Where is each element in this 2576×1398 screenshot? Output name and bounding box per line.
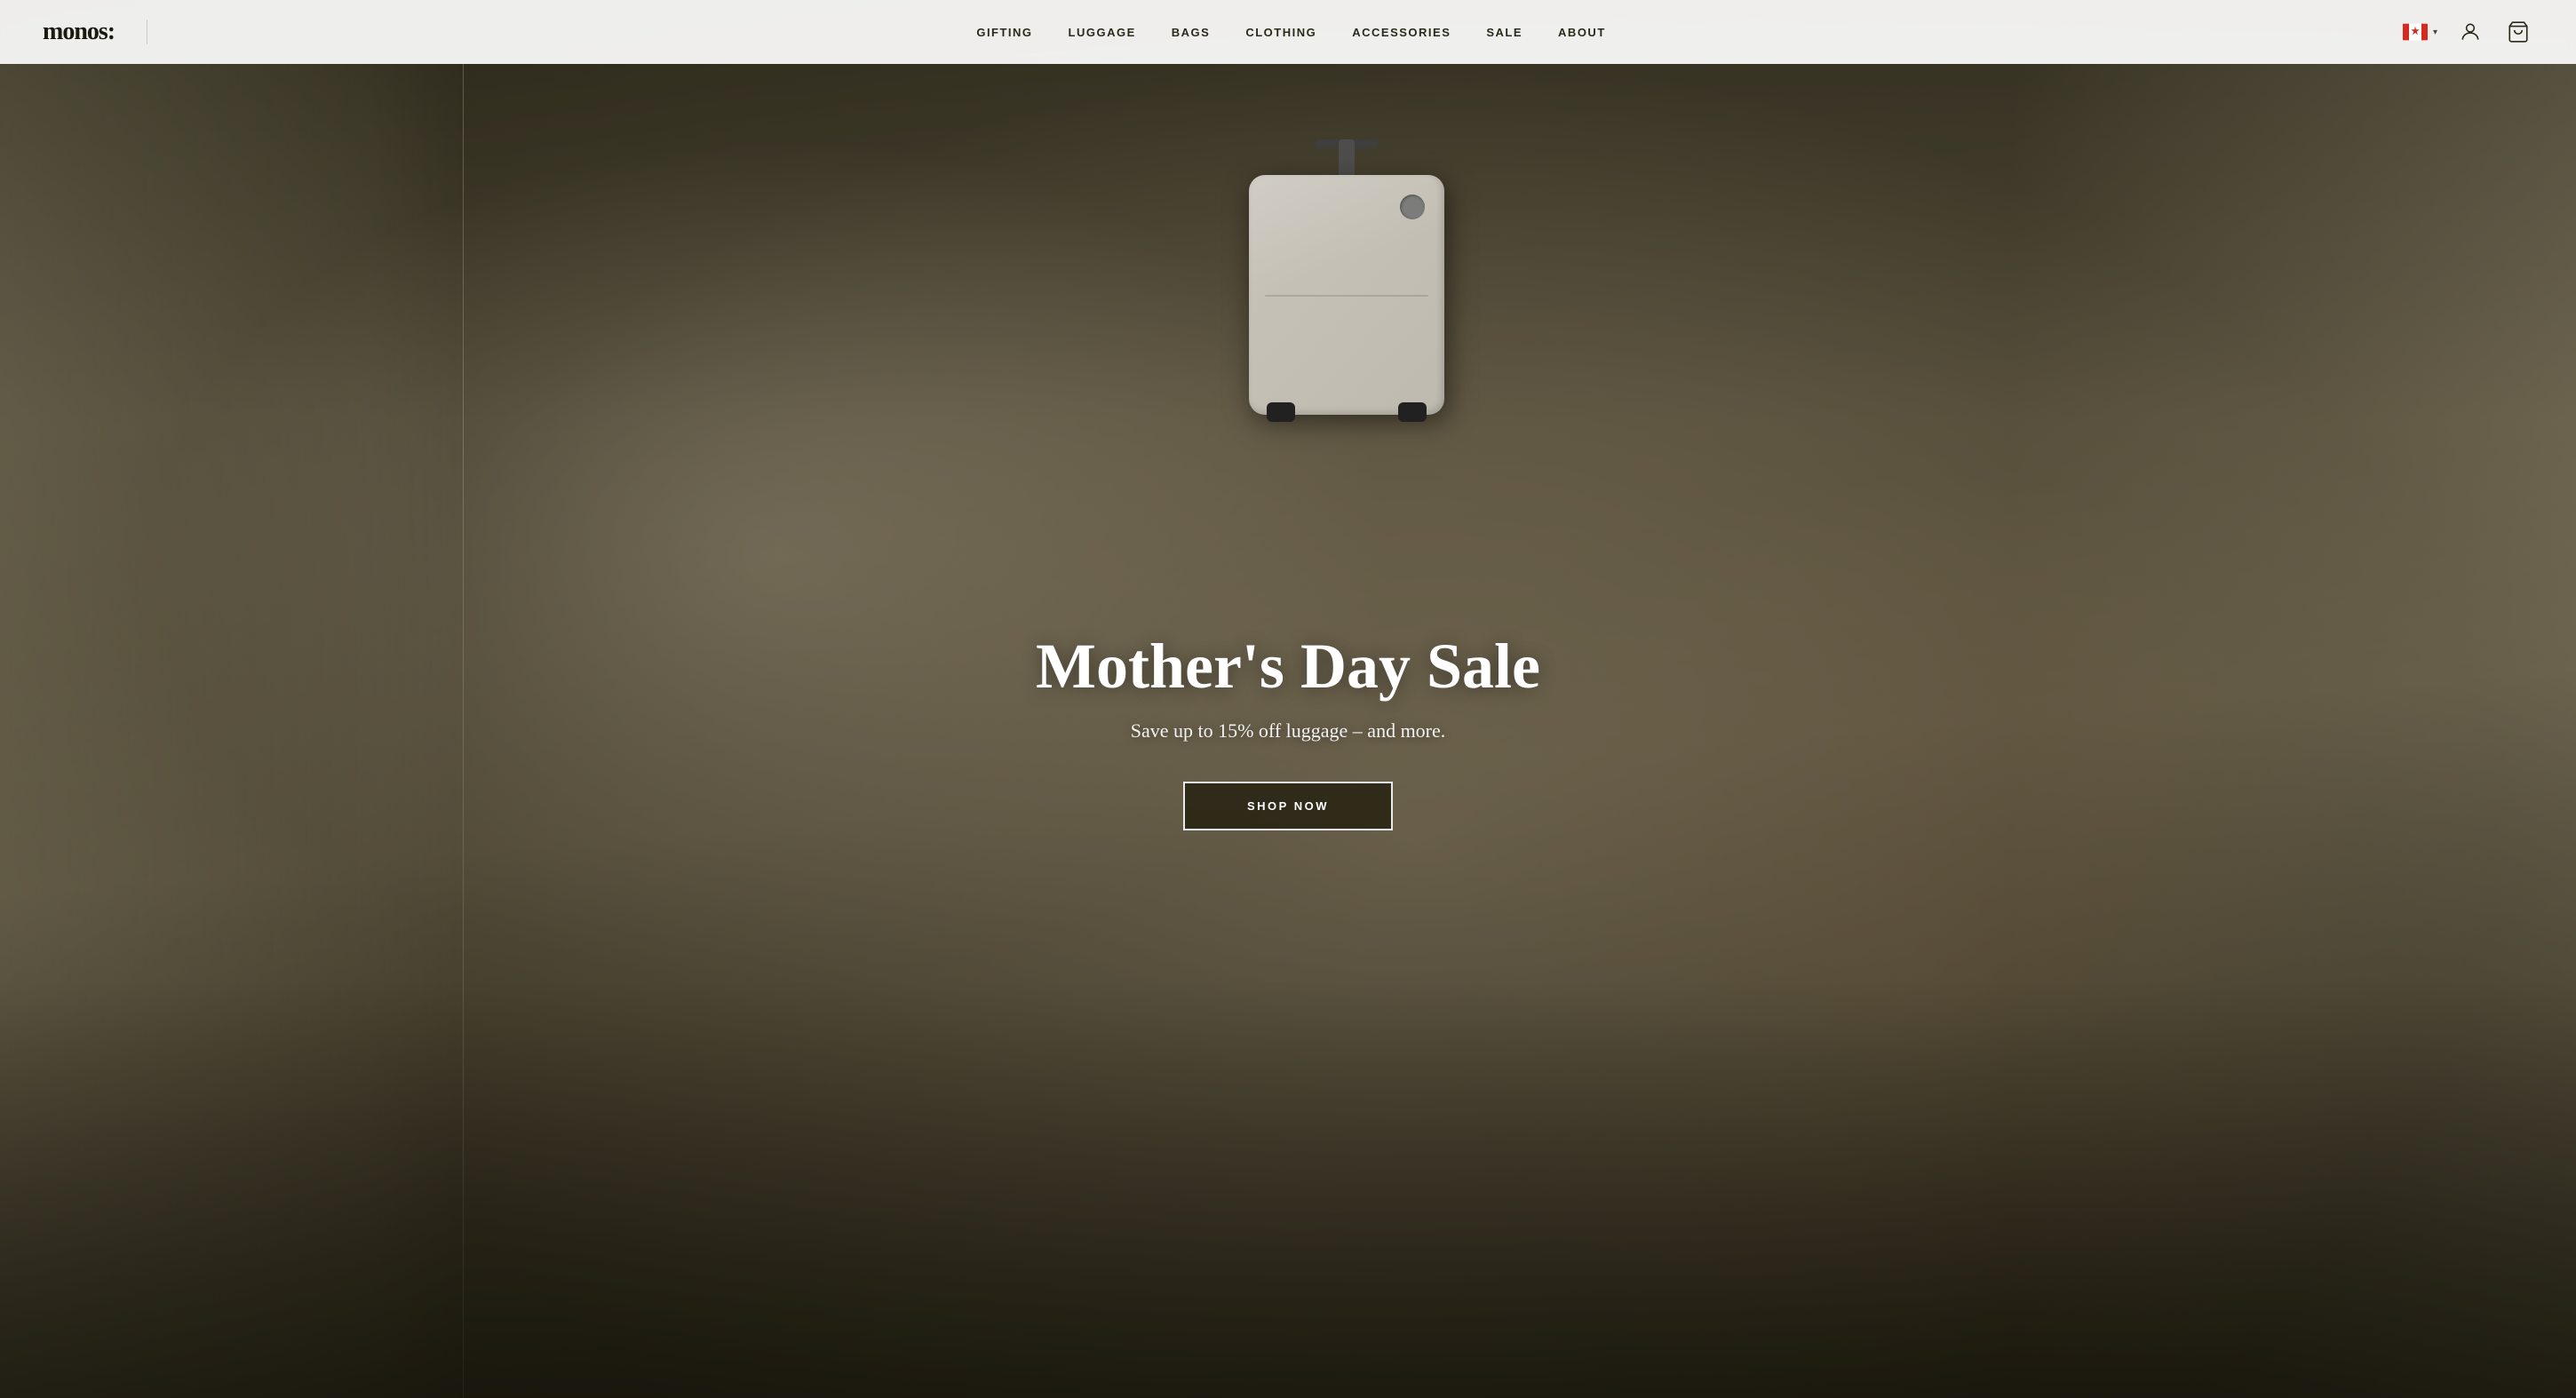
hero-subtitle: Save up to 15% off luggage – and more. <box>1131 719 1446 743</box>
hero-section: monos: GIFTING LUGGAGE BAGS CLOTHING ACC… <box>0 0 2576 1398</box>
navbar: monos: GIFTING LUGGAGE BAGS CLOTHING ACC… <box>0 0 2576 64</box>
brand-logo[interactable]: monos: <box>43 18 115 46</box>
canada-flag-icon <box>2403 23 2428 41</box>
nav-item-about[interactable]: ABOUT <box>1558 26 1606 39</box>
region-selector[interactable]: ▾ <box>2403 23 2437 41</box>
nav-item-sale[interactable]: SALE <box>1486 26 1523 39</box>
account-button[interactable] <box>2455 17 2485 47</box>
nav-item-clothing[interactable]: CLOTHING <box>1245 26 1316 39</box>
bag-icon <box>2507 20 2530 44</box>
nav-item-luggage[interactable]: LUGGAGE <box>1069 26 1136 39</box>
hero-content: Mother's Day Sale Save up to 15% off lug… <box>0 0 2576 1398</box>
nav-item-gifting[interactable]: GIFTING <box>976 26 1032 39</box>
nav-item-bags[interactable]: BAGS <box>1172 26 1211 39</box>
region-chevron-icon: ▾ <box>2433 28 2437 37</box>
shop-now-button[interactable]: SHOP NOW <box>1183 782 1393 830</box>
nav-actions: ▾ <box>2403 17 2533 47</box>
cart-button[interactable] <box>2503 17 2533 47</box>
user-icon <box>2459 20 2482 44</box>
nav-links: GIFTING LUGGAGE BAGS CLOTHING ACCESSORIE… <box>179 26 2403 39</box>
hero-title: Mother's Day Sale <box>1036 631 1540 702</box>
nav-item-accessories[interactable]: ACCESSORIES <box>1352 26 1451 39</box>
